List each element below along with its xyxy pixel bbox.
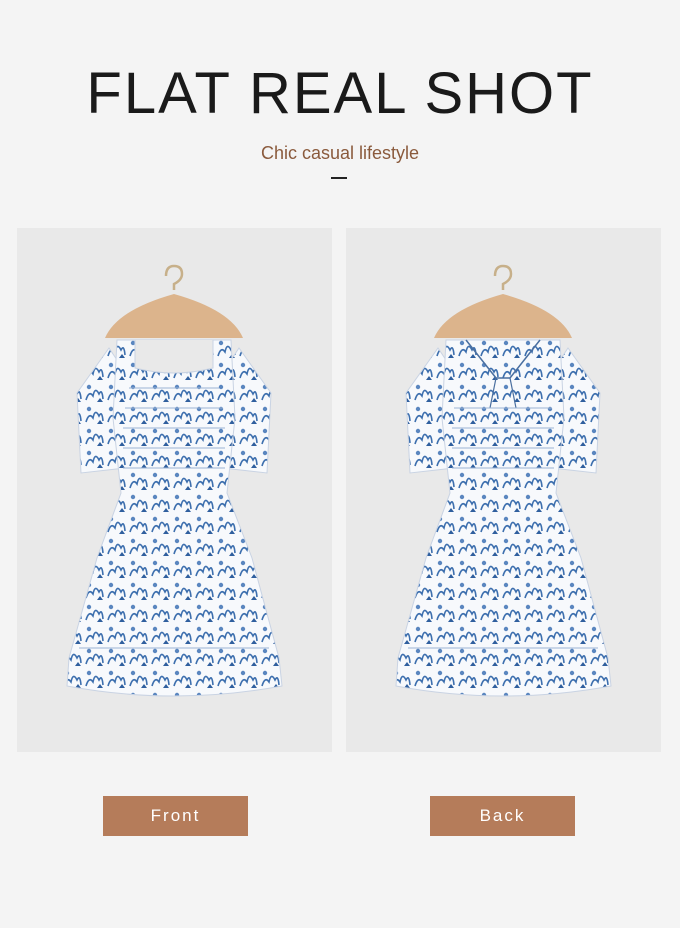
back-label-button[interactable]: Back — [430, 796, 575, 836]
divider — [331, 177, 347, 179]
page-subtitle: Chic casual lifestyle — [260, 143, 420, 163]
product-detail-page: FLAT REAL SHOT Chic casual lifestyle Fro… — [0, 0, 680, 928]
dress-front-photo — [17, 228, 332, 752]
dress-back-photo — [346, 228, 661, 752]
page-title: FLAT REAL SHOT — [86, 61, 594, 126]
front-label-button[interactable]: Front — [103, 796, 248, 836]
